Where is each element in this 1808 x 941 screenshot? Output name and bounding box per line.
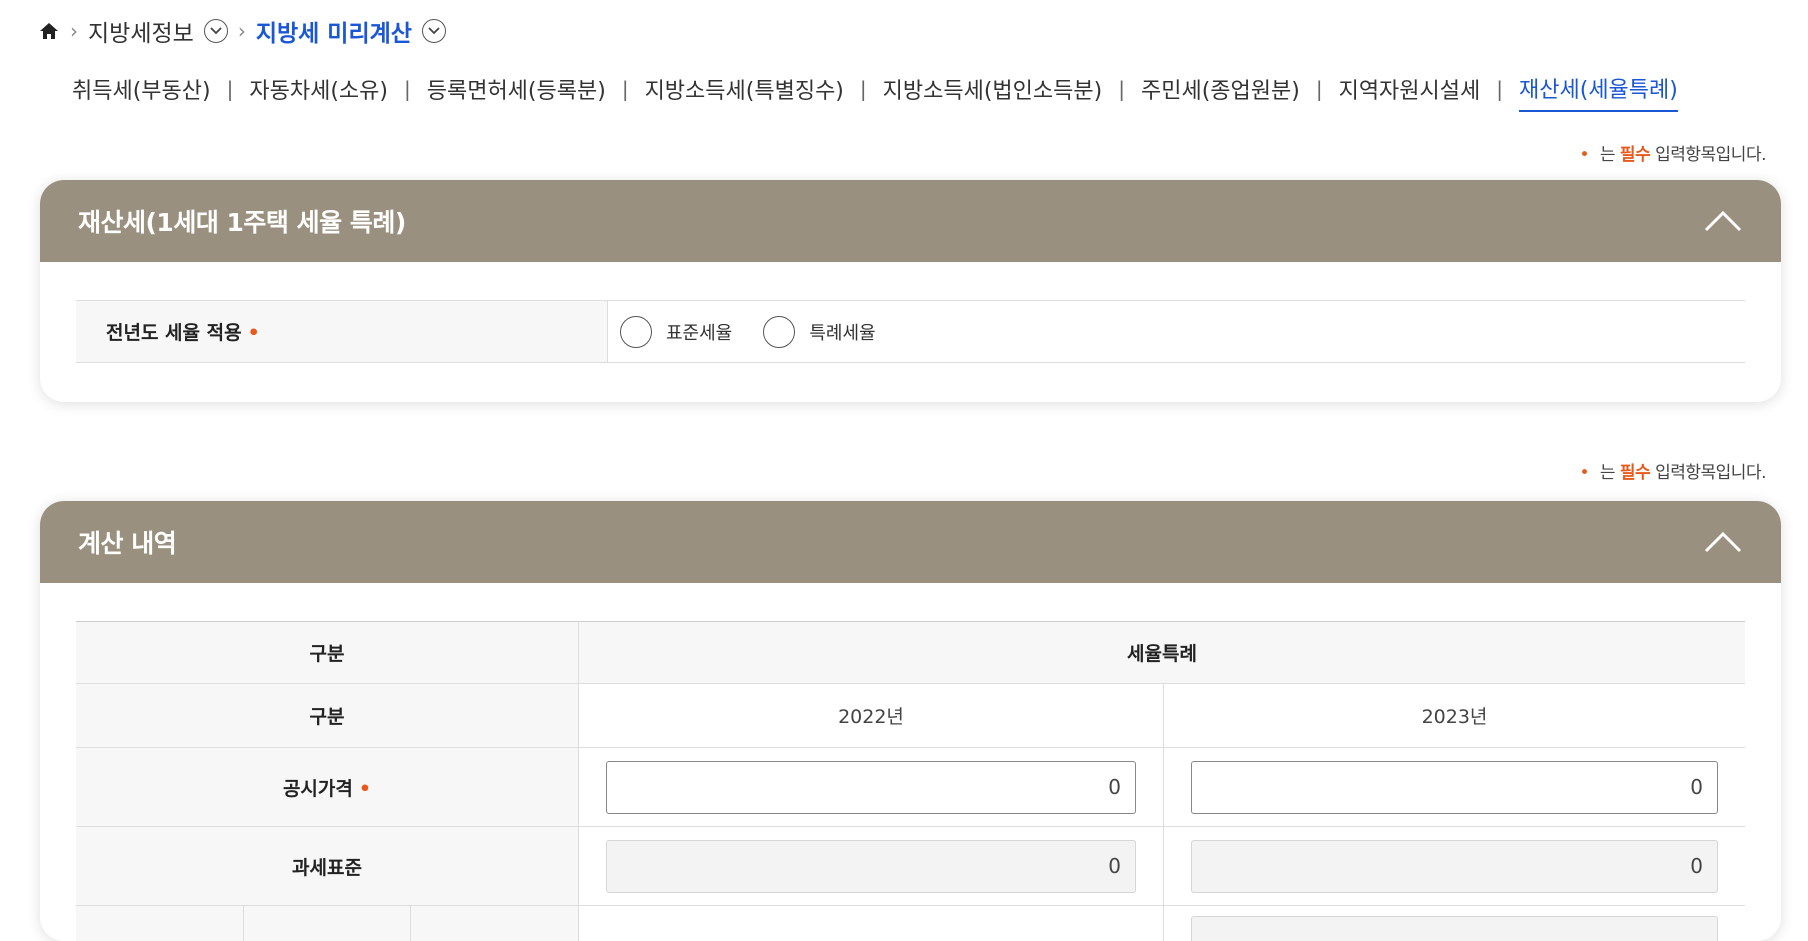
tab-divider: |: [404, 77, 411, 107]
breadcrumb: › 지방세정보 › 지방세 미리계산: [38, 14, 446, 48]
special-rate-radio[interactable]: [763, 316, 795, 348]
chevron-down-icon[interactable]: [422, 19, 446, 43]
row-label: 과세표준: [76, 827, 579, 906]
tab-property-tax-special[interactable]: 재산세(세율특례): [1519, 72, 1678, 112]
tab-divider: |: [1496, 77, 1503, 107]
special-rate-label[interactable]: 특례세율: [809, 323, 875, 344]
required-note-text: 입력항목입니다.: [1650, 463, 1766, 483]
official-price-2023-input[interactable]: 0: [1191, 761, 1718, 814]
tax-base-2023-field: 0: [1191, 840, 1718, 893]
tab-resident-tax[interactable]: 주민세(종업원분): [1141, 73, 1300, 111]
tab-automobile-tax[interactable]: 자동차세(소유): [249, 73, 388, 111]
table-row: 과세표준 0 0: [76, 827, 1745, 906]
row-label-text: 전년도 세율 적용: [106, 322, 242, 344]
chevron-up-icon[interactable]: [1703, 206, 1743, 236]
tab-divider: |: [622, 77, 629, 107]
table-row: 공시가격 • 0 0: [76, 748, 1745, 827]
required-dot: •: [248, 322, 260, 344]
chevron-up-icon[interactable]: [1703, 527, 1743, 557]
tab-divider: |: [1316, 77, 1323, 107]
required-word: 필수: [1620, 463, 1650, 483]
panel-header[interactable]: 재산세(1세대 1주택 세율 특례): [40, 180, 1781, 262]
panel-title: 계산 내역: [78, 524, 176, 560]
chevron-down-icon[interactable]: [204, 19, 228, 43]
header-category: 구분: [76, 622, 579, 684]
required-note-text: 는: [1595, 463, 1620, 483]
panel-header[interactable]: 계산 내역: [40, 501, 1781, 583]
row-label: [76, 906, 579, 941]
tax-tabs: 취득세(부동산) | 자동차세(소유) | 등록면허세(등록분) | 지방소득세…: [72, 70, 1678, 114]
calculation-details-panel: 계산 내역 구분 세율특례 구분 2022년 2023년 공시가격 • 0 0: [40, 501, 1781, 941]
tax-base-2022-field: 0: [606, 840, 1136, 893]
next-row-field: [1191, 916, 1718, 941]
tab-local-income-tax-corporate[interactable]: 지방소득세(법인소득분): [883, 73, 1103, 111]
required-dot: •: [1579, 145, 1589, 165]
breadcrumb-separator: ›: [70, 19, 78, 43]
tab-regional-resource-tax[interactable]: 지역자원시설세: [1339, 73, 1481, 111]
table-row: [76, 906, 1745, 941]
subheader-category: 구분: [76, 684, 579, 748]
tab-acquisition-tax[interactable]: 취득세(부동산): [72, 73, 211, 111]
header-special-rate: 세율특례: [579, 622, 1746, 684]
standard-rate-radio[interactable]: [620, 316, 652, 348]
required-word: 필수: [1620, 145, 1650, 165]
breadcrumb-level1[interactable]: 지방세정보: [88, 14, 194, 48]
tab-divider: |: [227, 77, 234, 107]
official-price-2022-input[interactable]: 0: [606, 761, 1136, 814]
required-note-text: 입력항목입니다.: [1650, 145, 1766, 165]
standard-rate-label[interactable]: 표준세율: [666, 323, 732, 344]
tab-divider: |: [1118, 77, 1125, 107]
year-2022: 2022년: [579, 684, 1164, 748]
tab-registration-license-tax[interactable]: 등록면허세(등록분): [427, 73, 606, 111]
year-2023: 2023년: [1163, 684, 1745, 748]
breadcrumb-separator: ›: [238, 19, 246, 43]
calculation-table: 구분 세율특례 구분 2022년 2023년 공시가격 • 0 0 과세표준: [76, 621, 1745, 941]
row-label: 공시가격 •: [76, 748, 579, 827]
required-dot: •: [1579, 463, 1589, 483]
tab-divider: |: [860, 77, 867, 107]
breadcrumb-level2[interactable]: 지방세 미리계산: [256, 14, 412, 48]
tab-local-income-tax-special[interactable]: 지방소득세(특별징수): [645, 73, 844, 111]
required-note: • 는 필수 입력항목입니다.: [1579, 458, 1766, 483]
panel-title: 재산세(1세대 1주택 세율 특례): [78, 203, 406, 239]
required-note: • 는 필수 입력항목입니다.: [1579, 140, 1766, 165]
required-dot: •: [359, 778, 371, 800]
official-price-label: 공시가격: [283, 778, 353, 800]
property-tax-special-panel: 재산세(1세대 1주택 세율 특례) 전년도 세율 적용 • 표준세율 특례세율: [40, 180, 1781, 402]
home-icon[interactable]: [38, 20, 60, 42]
prior-year-rate-label: 전년도 세율 적용 •: [76, 301, 608, 363]
rate-radio-group: 표준세율 특례세율: [608, 301, 1746, 363]
required-note-text: 는: [1595, 145, 1620, 165]
